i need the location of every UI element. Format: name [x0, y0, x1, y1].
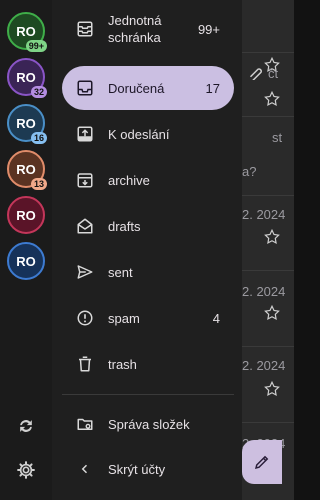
- account-avatar[interactable]: RO 99+: [7, 12, 47, 52]
- pencil-icon: [254, 455, 269, 470]
- account-avatar[interactable]: RO 32: [7, 58, 47, 98]
- unread-count: 17: [205, 80, 220, 96]
- account-avatar[interactable]: RO 16: [7, 104, 47, 144]
- folder-label: Doručená: [108, 80, 165, 96]
- avatar-initials: RO: [16, 69, 36, 85]
- list-item[interactable]: [242, 0, 294, 73]
- folder-label: sent: [108, 264, 133, 280]
- email-date: 2. 2024: [242, 358, 286, 373]
- compose-button[interactable]: [242, 440, 282, 484]
- folder-label: Jednotná schránka: [108, 13, 162, 45]
- settings-button[interactable]: [14, 458, 38, 482]
- hide-accounts-button[interactable]: Skrýt účty: [62, 447, 234, 491]
- unread-count: 99+: [197, 21, 220, 37]
- manage-folders-button[interactable]: Správa složek: [62, 402, 234, 446]
- message-list-background: čt st a? 2. 2024 2. 2024 2. 2024 2. 2024: [242, 0, 294, 500]
- sync-button[interactable]: [14, 414, 38, 438]
- folder-unified-inbox[interactable]: Jednotná schránka 99+: [62, 8, 234, 50]
- folder-sent[interactable]: sent: [62, 250, 234, 294]
- folder-archive[interactable]: archive: [62, 158, 234, 202]
- account-avatar[interactable]: RO 13: [7, 150, 47, 190]
- attachment-icon: [249, 68, 262, 80]
- account-avatar[interactable]: RO: [7, 196, 45, 234]
- folder-trash[interactable]: trash: [62, 342, 234, 386]
- spam-icon: [76, 309, 94, 327]
- outbox-icon: [76, 125, 94, 143]
- email-snippet: čt: [268, 66, 279, 81]
- avatar-initials: RO: [16, 23, 36, 39]
- folder-label: Skrýt účty: [108, 461, 166, 477]
- inbox-icon: [76, 79, 94, 97]
- folder-outbox[interactable]: K odeslání: [62, 112, 234, 156]
- folder-settings-icon: [76, 415, 94, 433]
- account-rail: RO 99+ RO 32 RO 16 RO 13 RO RO: [0, 0, 52, 500]
- send-icon: [76, 263, 94, 281]
- navigation-drawer: Jednotná schránka 99+ Doručená 17 K odes…: [52, 0, 242, 500]
- sync-icon: [20, 420, 32, 432]
- email-snippet: a?: [242, 164, 257, 179]
- unread-badge: 16: [30, 132, 47, 144]
- unified-inbox-icon: [76, 20, 94, 38]
- folder-label: Správa složek: [108, 416, 190, 432]
- email-date: 2. 2024: [242, 284, 286, 299]
- archive-icon: [76, 171, 94, 189]
- unread-count: 4: [212, 310, 220, 326]
- drafts-icon: [76, 217, 94, 235]
- email-date: 2. 2024: [242, 207, 286, 222]
- avatar-initials: RO: [16, 115, 36, 131]
- star-icon[interactable]: [263, 90, 281, 108]
- unread-badge: 99+: [25, 40, 47, 52]
- gear-icon: [17, 461, 35, 479]
- star-icon[interactable]: [263, 380, 281, 398]
- folder-label: K odeslání: [108, 126, 170, 142]
- trash-icon: [76, 355, 94, 373]
- avatar-initials: RO: [16, 207, 36, 223]
- unread-badge: 32: [30, 86, 47, 98]
- avatar-initials: RO: [16, 253, 36, 269]
- folder-spam[interactable]: spam 4: [62, 296, 234, 340]
- unread-badge: 13: [30, 178, 47, 190]
- folder-inbox[interactable]: Doručená 17: [62, 66, 234, 110]
- email-snippet: st: [272, 130, 283, 145]
- folder-label: drafts: [108, 218, 141, 234]
- account-avatar[interactable]: RO: [7, 242, 45, 280]
- avatar-initials: RO: [16, 161, 36, 177]
- folder-label: spam: [108, 310, 140, 326]
- divider: [62, 394, 234, 395]
- chevron-left-icon: [76, 460, 94, 478]
- folder-label: archive: [108, 172, 150, 188]
- folder-label: trash: [108, 356, 137, 372]
- star-icon[interactable]: [263, 228, 281, 246]
- star-icon[interactable]: [263, 304, 281, 322]
- folder-drafts[interactable]: drafts: [62, 204, 234, 248]
